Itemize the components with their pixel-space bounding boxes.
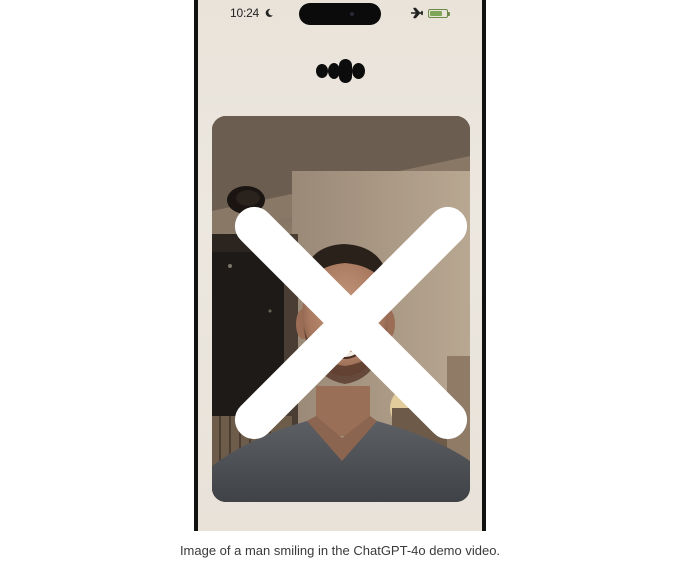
phone-screen-recording: 10:24 (194, 0, 486, 531)
dynamic-island (299, 3, 381, 25)
article-figure: 10:24 Image of a man smiling in the Chat… (0, 0, 680, 561)
voice-blob (339, 59, 352, 83)
close-icon (234, 206, 468, 440)
status-time: 10:24 (230, 6, 260, 20)
voice-activity-indicator (313, 58, 373, 84)
camera-dot (350, 12, 354, 16)
battery-icon (428, 9, 450, 18)
camera-view (212, 116, 470, 502)
voice-blob (352, 63, 365, 79)
figure-caption: Image of a man smiling in the ChatGPT-4o… (179, 543, 501, 558)
app-screen: 10:24 (198, 0, 482, 531)
airplane-icon (411, 7, 424, 19)
moon-icon (265, 8, 273, 17)
close-button[interactable] (222, 130, 468, 440)
status-bar: 10:24 (198, 0, 482, 28)
voice-blob (316, 64, 328, 78)
